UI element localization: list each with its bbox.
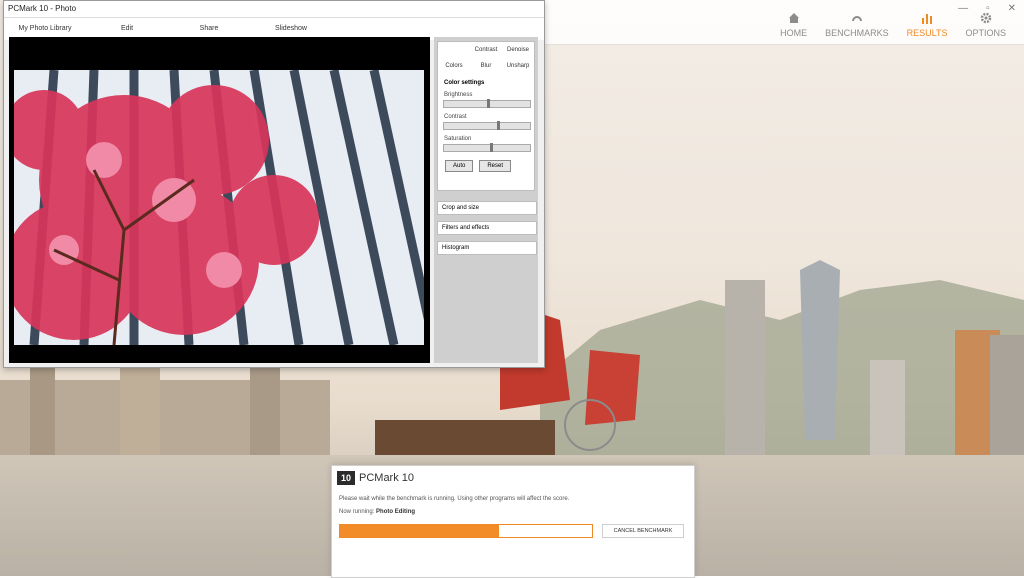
pcmark-logo: 10 (337, 471, 355, 485)
saturation-slider[interactable] (443, 143, 531, 152)
now-running-value: Photo Editing (376, 509, 416, 515)
benchmark-progress-bar (339, 524, 593, 538)
auto-button[interactable]: Auto (445, 160, 474, 172)
section-title: Color settings (444, 80, 485, 86)
gauge-icon (851, 16, 862, 22)
color-settings-panel: Contrast Denoise Colors Blur Unsharp Col… (437, 41, 535, 191)
photo-window: PCMark 10 - Photo My Photo Library Edit … (3, 0, 545, 368)
dialog-title: PCMark 10 (359, 472, 415, 484)
window-title: PCMark 10 - Photo (4, 1, 544, 18)
benchmark-dialog: 10 PCMark 10 Please wait while the bench… (331, 465, 695, 578)
nav-options-label: OPTIONS (965, 28, 1006, 38)
tab-denoise[interactable]: Denoise (502, 42, 534, 58)
home-icon (788, 13, 799, 23)
dialog-message: Please wait while the benchmark is runni… (339, 496, 570, 502)
close-button[interactable]: ✕ (1008, 3, 1016, 14)
nav-options[interactable]: OPTIONS (965, 12, 1006, 38)
gear-icon (980, 12, 991, 24)
reset-button[interactable]: Reset (479, 160, 512, 172)
crop-and-size-button[interactable]: Crop and size (437, 201, 537, 215)
cherry-blossom-photo (14, 70, 424, 345)
histogram-button[interactable]: Histogram (437, 241, 537, 255)
tab-colors[interactable]: Colors (438, 58, 470, 74)
cancel-benchmark-button[interactable]: CANCEL BENCHMARK (602, 524, 684, 538)
brightness-thumb[interactable] (487, 99, 490, 108)
now-running: Now running: Photo Editing (339, 509, 415, 515)
photo-viewer (9, 37, 430, 363)
nav-benchmarks[interactable]: BENCHMARKS (825, 12, 889, 38)
brightness-slider[interactable] (443, 99, 531, 108)
saturation-label: Saturation (444, 136, 472, 142)
app-navigation: — ▫ ✕ HOME BENCHMARKS RESULTS OPTIONS (545, 0, 1024, 45)
nav-home-label: HOME (780, 28, 808, 38)
bar-chart-icon (922, 14, 933, 24)
tab-unsharp[interactable]: Unsharp (502, 58, 534, 74)
nav-benchmarks-label: BENCHMARKS (825, 28, 889, 38)
nav-results[interactable]: RESULTS (906, 12, 948, 38)
brightness-label: Brightness (444, 92, 473, 98)
nav-home[interactable]: HOME (780, 12, 807, 38)
saturation-thumb[interactable] (489, 143, 493, 152)
contrast-thumb[interactable] (497, 121, 501, 130)
contrast-slider[interactable] (443, 121, 531, 130)
tab-contrast[interactable]: Contrast (470, 42, 502, 58)
photo-image (14, 70, 424, 345)
progress-fill (340, 525, 499, 537)
nav-results-label: RESULTS (906, 28, 948, 38)
filters-and-effects-button[interactable]: Filters and effects (437, 221, 537, 235)
now-running-label: Now running: (339, 509, 375, 515)
tab-blur[interactable]: Blur (470, 58, 502, 74)
editing-sidebar: Contrast Denoise Colors Blur Unsharp Col… (434, 37, 538, 363)
contrast-label: Contrast (444, 114, 467, 120)
